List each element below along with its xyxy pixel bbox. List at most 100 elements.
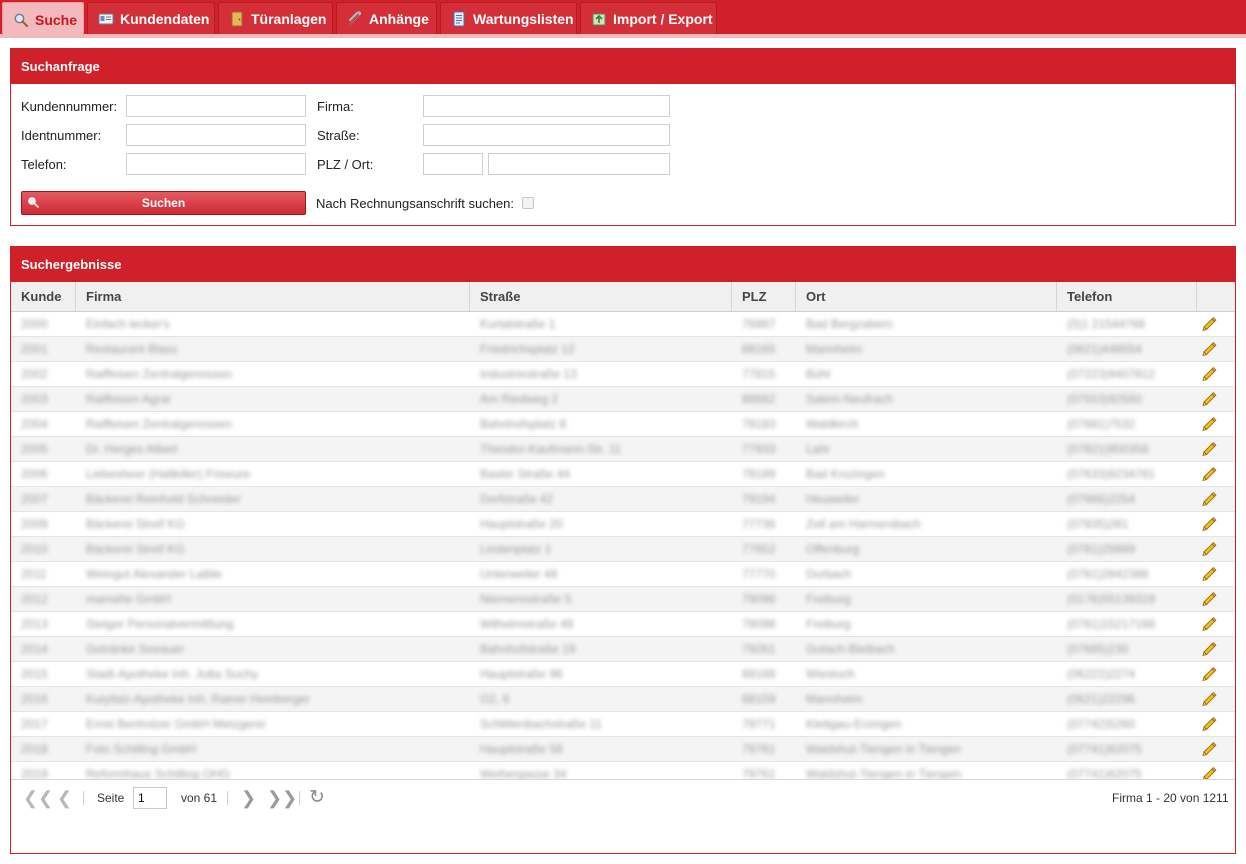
table-row[interactable]: 2018 Foto Schilling GmbH Hauptstraße 58 797…: [11, 737, 1235, 762]
cell-strasse: Basler Straße 44: [480, 467, 571, 481]
edit-pencil-icon[interactable]: [1201, 641, 1217, 657]
page-number-input[interactable]: [133, 787, 167, 809]
table-row[interactable]: 2010 Bäckerei Streif KG Lindenplatz 1 77652…: [11, 537, 1235, 562]
cell-firma: Ernst Benholzer GmbH Metzgerei: [86, 717, 266, 731]
cell-plz: 69168: [742, 667, 776, 681]
edit-pencil-icon[interactable]: [1201, 366, 1217, 382]
cell-firma: Einfach lecker's: [86, 317, 170, 331]
cell-kunde: 2018: [21, 742, 48, 756]
table-row[interactable]: 2015 Stadt-Apotheke Inh. Jutta Suchy Haupt…: [11, 662, 1235, 687]
table-row[interactable]: 2003 Raiffeisen Agrar Am Riedweg 2 88682 Sal…: [11, 387, 1235, 412]
column-header-strasse[interactable]: Straße: [470, 282, 732, 311]
edit-pencil-icon[interactable]: [1201, 541, 1217, 557]
pager-separator: [83, 791, 84, 805]
table-row[interactable]: 2005 Dr. Herges Albert Theodor-Kaufmann-St…: [11, 437, 1235, 462]
table-row[interactable]: 2002 Raiffeisen Zentralgenossen Industries…: [11, 362, 1235, 387]
search-button[interactable]: Suchen: [21, 191, 306, 215]
edit-pencil-icon[interactable]: [1201, 716, 1217, 732]
cell-ort: Salem-Neufrach: [806, 392, 893, 406]
edit-pencil-icon[interactable]: [1201, 691, 1217, 707]
ort-input[interactable]: [488, 153, 670, 175]
table-row[interactable]: 2016 Kurpfalz-Apotheke Inh. Rainer Hember…: [11, 687, 1235, 712]
table-row[interactable]: 2013 Steiger Personalvermittlung Wilhelmst…: [11, 612, 1235, 637]
next-page-icon[interactable]: ❯: [241, 789, 256, 807]
cell-strasse: Dorfstraße 42: [480, 492, 554, 506]
cell-kunde: 2015: [21, 667, 48, 681]
cell-plz: 88682: [742, 392, 776, 406]
tab-wartungslisten[interactable]: Wartungslisten: [440, 2, 577, 34]
table-row[interactable]: 2011 Weingut Alexander Laible Unterweiler …: [11, 562, 1235, 587]
cell-firma: Raiffeisen Zentralgenossen: [86, 417, 232, 431]
edit-pencil-icon[interactable]: [1201, 591, 1217, 607]
cell-plz: 77815: [742, 367, 776, 381]
cell-telefon: (0621)22296: [1067, 692, 1136, 706]
strasse-input[interactable]: [423, 124, 670, 146]
tab-tueranlagen[interactable]: Türanlagen: [218, 2, 333, 34]
tab-kundendaten[interactable]: Kundendaten: [87, 2, 215, 34]
table-row[interactable]: 2006 Liebesheer (Haltkiller) Friseure Basl…: [11, 462, 1235, 487]
cell-plz: 79189: [742, 467, 776, 481]
table-row[interactable]: 2007 Bäckerei Reinhold Schneider Dorfstraß…: [11, 487, 1235, 512]
table-row[interactable]: 2014 Getränke Seeauer Bahnhofstraße 19 7926…: [11, 637, 1235, 662]
cell-firma: Steiger Personalvermittlung: [86, 617, 234, 631]
table-row[interactable]: 2000 Einfach lecker's Kurtalstraße 1 76887 B…: [11, 312, 1235, 337]
cell-ort: Offenburg: [806, 542, 860, 556]
last-page-icon[interactable]: ❯❯: [267, 789, 297, 807]
cell-telefon: (07666)2254: [1067, 492, 1136, 506]
table-row[interactable]: 2001 Restaurant Blass Friedrichsplatz 12 68…: [11, 337, 1235, 362]
column-header-kunde[interactable]: Kunde: [11, 282, 76, 311]
table-row[interactable]: 2012 mamahe GmbH Niemensstraße 5 79098 Freib…: [11, 587, 1235, 612]
edit-pencil-icon[interactable]: [1201, 441, 1217, 457]
cell-kunde: 2011: [21, 567, 47, 581]
results-panel-title: Suchergebnisse: [11, 247, 1235, 282]
cell-strasse: Wilhelmstraße 48: [480, 617, 574, 631]
cell-kunde: 2010: [21, 542, 48, 556]
edit-pencil-icon[interactable]: [1201, 316, 1217, 332]
first-page-icon[interactable]: ❮❮: [23, 789, 53, 807]
cell-firma: Stadt-Apotheke Inh. Jutta Suchy: [86, 667, 259, 681]
column-header-firma[interactable]: Firma: [76, 282, 470, 311]
cell-plz: 79261: [742, 642, 776, 656]
edit-pencil-icon[interactable]: [1201, 616, 1217, 632]
plz-input[interactable]: [423, 153, 483, 175]
edit-pencil-icon[interactable]: [1201, 566, 1217, 582]
tab-suche[interactable]: Suche: [2, 2, 84, 36]
column-header-ort[interactable]: Ort: [796, 282, 1057, 311]
telefon-label: Telefon:: [21, 157, 67, 172]
cell-strasse: Lindenplatz 1: [480, 542, 552, 556]
tab-label: Kundendaten: [120, 10, 210, 27]
tab-anhaenge[interactable]: Anhänge: [336, 2, 437, 34]
cell-strasse: Hauptstraße 58: [480, 742, 563, 756]
cell-plz: 76887: [742, 317, 776, 331]
edit-pencil-icon[interactable]: [1201, 416, 1217, 432]
table-row[interactable]: 2009 Bäckerei Streif KG Hauptstraße 20 7773…: [11, 512, 1235, 537]
edit-pencil-icon[interactable]: [1201, 666, 1217, 682]
column-header-telefon[interactable]: Telefon: [1057, 282, 1197, 311]
refresh-icon[interactable]: ↻: [309, 788, 325, 807]
cell-telefon: (07633)9234781: [1067, 467, 1156, 481]
edit-pencil-icon[interactable]: [1201, 341, 1217, 357]
pager-separator: [227, 791, 228, 805]
billing-address-checkbox[interactable]: [522, 197, 534, 209]
identnummer-input[interactable]: [126, 124, 306, 146]
firma-input[interactable]: [423, 95, 670, 117]
edit-pencil-icon[interactable]: [1201, 391, 1217, 407]
kundennummer-input[interactable]: [126, 95, 306, 117]
edit-pencil-icon[interactable]: [1201, 466, 1217, 482]
cell-firma: Raiffeisen Agrar: [86, 392, 172, 406]
tab-import-export[interactable]: Import / Export: [580, 2, 717, 34]
cell-ort: Freiburg: [806, 617, 851, 631]
cell-kunde: 2016: [21, 692, 48, 706]
edit-pencil-icon[interactable]: [1201, 491, 1217, 507]
prev-page-icon[interactable]: ❮: [57, 789, 72, 807]
column-header-plz[interactable]: PLZ: [732, 282, 796, 311]
table-row[interactable]: 2004 Raiffeisen Zentralgenossen Bahnhofspl…: [11, 412, 1235, 437]
results-panel: Suchergebnisse Kunde Firma Straße PLZ Or…: [10, 246, 1236, 854]
cell-strasse: Am Riedweg 2: [480, 392, 559, 406]
edit-pencil-icon[interactable]: [1201, 741, 1217, 757]
edit-pencil-icon[interactable]: [1201, 516, 1217, 532]
search-icon: [14, 13, 29, 27]
cell-ort: Klettgau-Erzingen: [806, 717, 902, 731]
telefon-input[interactable]: [126, 153, 306, 175]
table-row[interactable]: 2017 Ernst Benholzer GmbH Metzgerei Schlit…: [11, 712, 1235, 737]
